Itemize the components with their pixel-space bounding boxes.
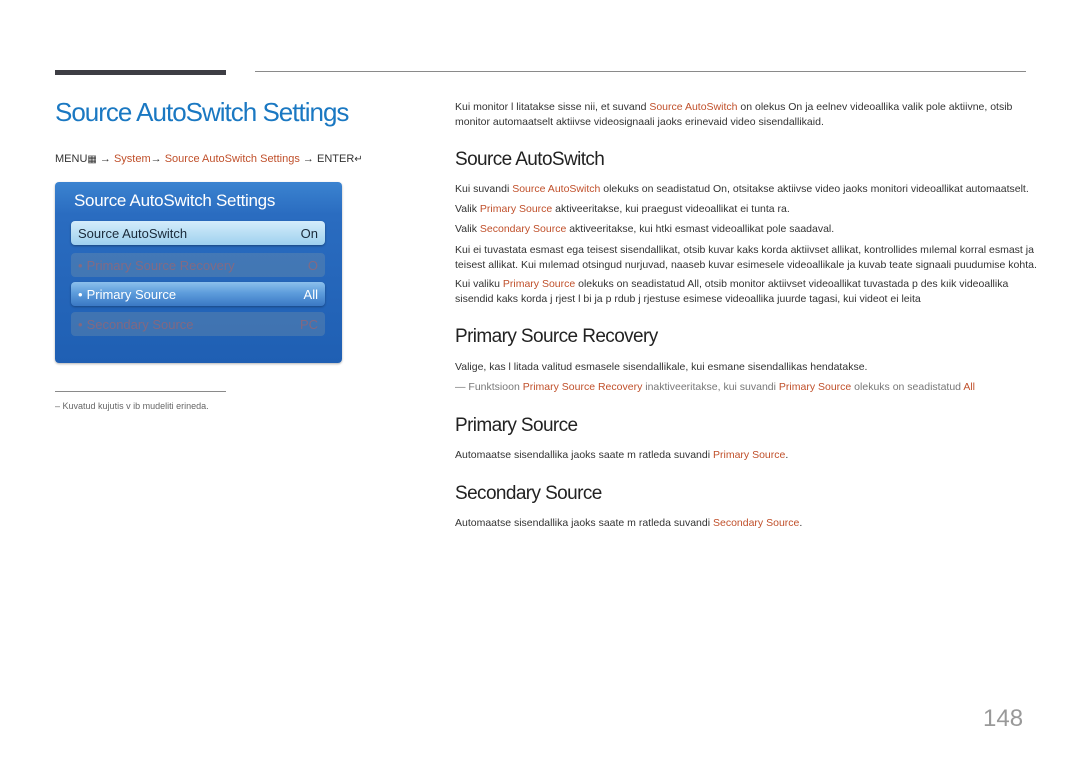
heading-primary-source-recovery: Primary Source Recovery (455, 326, 658, 347)
highlight: Source AutoSwitch (649, 101, 738, 113)
arrow: → (99, 153, 111, 165)
arrow: → (150, 153, 162, 165)
text: olekuks on seadistatud On (600, 183, 728, 195)
text: , otsitakse aktiivse video jaoks monitor… (727, 183, 1029, 195)
autoswitch-p5-line2: sisendid kaks korda j rjest l bi ja p rd… (455, 293, 921, 305)
footnote-dash: – (55, 401, 61, 411)
intro-line-2: monitor automaatselt aktiivse videosigna… (455, 116, 824, 128)
text: Valik (455, 203, 480, 215)
page-title: Source AutoSwitch Settings (55, 97, 349, 127)
primary-p1: Automaatse sisendallika jaoks saate m ra… (455, 448, 788, 463)
secondary-p1: Automaatse sisendallika jaoks saate m ra… (455, 516, 802, 531)
menu-path-system: System (113, 153, 151, 165)
highlight: Source AutoSwitch (512, 183, 601, 195)
footnote-text: Kuvatud kujutis v ib mudeliti erineda. (62, 401, 209, 411)
osd-item-primary-source-recovery[interactable]: • Primary Source Recovery O (71, 253, 325, 277)
recovery-note: — Funktsioon Primary Source Recovery ina… (455, 380, 975, 395)
menu-path-setting: Source AutoSwitch Settings (164, 153, 300, 165)
osd-menu-panel: Source AutoSwitch Settings Source AutoSw… (55, 182, 342, 363)
highlight: Primary Source (502, 278, 576, 290)
menu-label: MENU (55, 153, 88, 165)
autoswitch-p1: Kui suvandi Source AutoSwitch olekuks on… (455, 182, 1029, 197)
bullet-icon: • (78, 286, 83, 302)
text: aktiveeritakse, kui praegust videoallika… (552, 203, 790, 215)
text: ja eelnev videoallika valik pole aktiivn… (802, 101, 1013, 113)
osd-item-source-autoswitch[interactable]: Source AutoSwitch On (71, 221, 325, 245)
footnote-rule (55, 391, 226, 392)
highlight: Primary Source (712, 449, 786, 461)
heading-source-autoswitch: Source AutoSwitch (455, 149, 605, 170)
arrow: → (302, 153, 314, 165)
bullet-icon: • (78, 316, 83, 332)
text: Automaatse sisendallika jaoks saate m ra… (455, 449, 713, 461)
osd-item-value: All (303, 286, 318, 302)
text: olekuks on seadistatud (851, 381, 964, 393)
footnote: – Kuvatud kujutis v ib mudeliti erineda. (55, 401, 209, 411)
text: Kui valiku (455, 278, 503, 290)
autoswitch-p4-line1: Kui ei tuvastata esmast ega teisest sise… (455, 244, 1034, 256)
highlight: Primary Source Recovery (522, 381, 643, 393)
text: Kui monitor l litatakse sisse nii, et su… (455, 101, 650, 113)
page-number: 148 (983, 705, 1024, 732)
osd-item-label: Primary Source (86, 286, 177, 302)
osd-item-label: Secondary Source (86, 316, 194, 332)
heading-secondary-source: Secondary Source (455, 483, 602, 504)
text: aktiveeritakse, kui htki esmast videoall… (566, 223, 835, 235)
text: Funktsioon (465, 381, 523, 393)
autoswitch-p4-line2: teisest allikat. Kui mılemad otsingud nu… (455, 259, 1037, 271)
enter-icon: ↵ (354, 154, 363, 165)
enter-label: ENTER (316, 153, 355, 165)
text: Automaatse sisendallika jaoks saate m ra… (455, 517, 713, 529)
osd-item-value: PC (299, 316, 318, 332)
text: Valik (455, 223, 480, 235)
osd-item-label: Source AutoSwitch (78, 225, 188, 241)
text: Kui suvandi (455, 183, 513, 195)
header-rule-thin (255, 71, 1026, 72)
note-dash-icon: — (455, 381, 466, 393)
highlight: All (963, 381, 976, 393)
osd-title: Source AutoSwitch Settings (74, 191, 276, 210)
intro-line-1: Kui monitor l litatakse sisse nii, et su… (455, 100, 1012, 115)
autoswitch-p2: Valik Primary Source aktiveeritakse, kui… (455, 202, 790, 217)
text: . (785, 449, 789, 461)
autoswitch-p5-line1: Kui valiku Primary Source olekuks on sea… (455, 277, 1008, 292)
text: olekuks on seadistatud All (575, 278, 699, 290)
highlight: Secondary Source (712, 517, 800, 529)
menu-grid-icon: ▦ (87, 154, 97, 165)
autoswitch-p3: Valik Secondary Source aktiveeritakse, k… (455, 222, 834, 237)
text: on olekus On (737, 101, 803, 113)
osd-item-label: Primary Source Recovery (86, 257, 235, 273)
text: inaktiveeritakse, kui suvandi (642, 381, 779, 393)
heading-primary-source: Primary Source (455, 415, 578, 436)
highlight: Secondary Source (479, 223, 567, 235)
osd-item-value: On (300, 225, 318, 241)
recovery-p1: Valige, kas l litada valitud esmasele si… (455, 361, 868, 373)
osd-item-secondary-source[interactable]: • Secondary Source PC (71, 312, 325, 336)
bullet-icon: • (78, 257, 83, 273)
highlight: Primary Source (479, 203, 553, 215)
highlight: Primary Source (778, 381, 852, 393)
text: , otsib monitor aktiivset videoallikat t… (698, 278, 1009, 290)
osd-item-value: O (307, 257, 318, 273)
header-rule-thick (55, 70, 226, 75)
menu-path: MENU▦ → System→ Source AutoSwitch Settin… (55, 153, 363, 165)
osd-item-primary-source[interactable]: • Primary Source All (71, 282, 325, 306)
text: . (799, 517, 803, 529)
